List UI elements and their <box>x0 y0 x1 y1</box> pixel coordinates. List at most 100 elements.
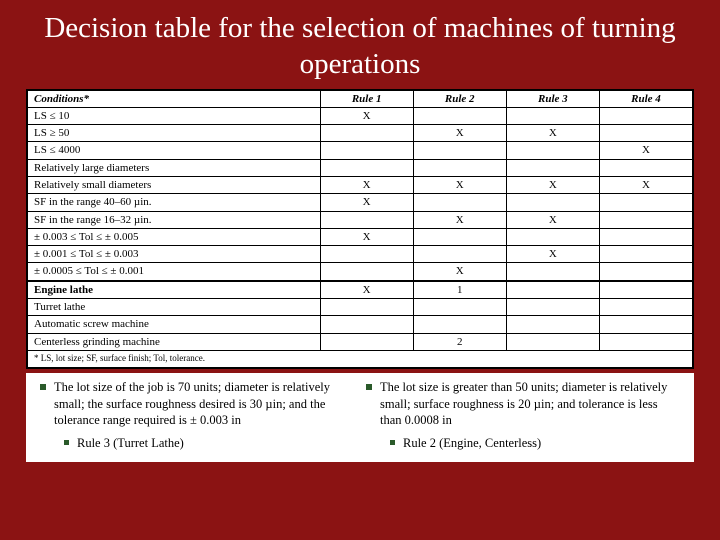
bullet-left: The lot size of the job is 70 units; dia… <box>34 379 360 453</box>
rule-cell <box>320 142 413 159</box>
rule-cell <box>599 159 692 176</box>
rule-cell: X <box>320 176 413 193</box>
table-row: Relatively large diameters <box>28 159 693 176</box>
rule-cell <box>413 246 506 263</box>
header-rule3: Rule 3 <box>506 90 599 107</box>
condition-cell: LS ≤ 10 <box>28 107 321 124</box>
rule-cell <box>506 281 599 299</box>
rule-cell <box>599 246 692 263</box>
rule-cell <box>506 228 599 245</box>
rule-cell <box>320 211 413 228</box>
condition-cell: Turret lathe <box>28 299 321 316</box>
rule-cell <box>506 333 599 350</box>
rule-cell <box>599 211 692 228</box>
rule-cell <box>599 228 692 245</box>
header-rule2: Rule 2 <box>413 90 506 107</box>
condition-cell: ± 0.001 ≤ Tol ≤ ± 0.003 <box>28 246 321 263</box>
table-row: Centerless grinding machine 2 <box>28 333 693 350</box>
rule-cell <box>413 316 506 333</box>
rule-cell <box>320 246 413 263</box>
rule-cell: X <box>413 125 506 142</box>
rule-cell <box>599 281 692 299</box>
table-row: LS ≥ 50 XX <box>28 125 693 142</box>
table-row: LS ≤ 4000 X <box>28 142 693 159</box>
rule-cell <box>506 107 599 124</box>
table-row: Engine latheX1 <box>28 281 693 299</box>
bullet-text: The lot size of the job is 70 units; dia… <box>54 379 354 430</box>
table-row: Turret lathe <box>28 299 693 316</box>
rule-cell: X <box>506 211 599 228</box>
rule-cell <box>413 194 506 211</box>
condition-cell: ± 0.0005 ≤ Tol ≤ ± 0.001 <box>28 263 321 281</box>
table-row: Automatic screw machine <box>28 316 693 333</box>
condition-cell: Centerless grinding machine <box>28 333 321 350</box>
rule-cell <box>506 316 599 333</box>
bullet-icon <box>40 384 46 390</box>
rule-cell <box>320 263 413 281</box>
header-rule1: Rule 1 <box>320 90 413 107</box>
rule-cell <box>413 107 506 124</box>
rule-cell <box>599 194 692 211</box>
table-row: ± 0.001 ≤ Tol ≤ ± 0.003 X <box>28 246 693 263</box>
rule-cell <box>506 263 599 281</box>
table-row: ± 0.0005 ≤ Tol ≤ ± 0.001 X <box>28 263 693 281</box>
rule-cell: X <box>413 211 506 228</box>
rule-cell <box>413 299 506 316</box>
rule-cell <box>599 299 692 316</box>
bullet-sub-text: Rule 3 (Turret Lathe) <box>77 435 184 452</box>
rule-cell <box>320 333 413 350</box>
rule-cell <box>506 142 599 159</box>
rule-cell: X <box>320 281 413 299</box>
bullet-icon <box>390 440 395 445</box>
header-conditions: Conditions* <box>28 90 321 107</box>
rule-cell <box>320 125 413 142</box>
example-bullets: The lot size of the job is 70 units; dia… <box>26 373 694 463</box>
rule-cell <box>599 333 692 350</box>
header-rule4: Rule 4 <box>599 90 692 107</box>
rule-cell <box>599 263 692 281</box>
bullet-icon <box>366 384 372 390</box>
table-row: ± 0.003 ≤ Tol ≤ ± 0.005X <box>28 228 693 245</box>
rule-cell: X <box>506 246 599 263</box>
table-row: SF in the range 40–60 µin.X <box>28 194 693 211</box>
rule-cell <box>413 142 506 159</box>
rule-cell <box>320 299 413 316</box>
decision-table: Conditions* Rule 1 Rule 2 Rule 3 Rule 4 … <box>26 89 694 369</box>
condition-cell: LS ≤ 4000 <box>28 142 321 159</box>
rule-cell: X <box>320 228 413 245</box>
rule-cell <box>320 159 413 176</box>
rule-cell: 2 <box>413 333 506 350</box>
condition-cell: SF in the range 40–60 µin. <box>28 194 321 211</box>
bullet-sub-text: Rule 2 (Engine, Centerless) <box>403 435 541 452</box>
rule-cell <box>413 159 506 176</box>
rule-cell <box>599 125 692 142</box>
rule-cell: X <box>599 176 692 193</box>
rule-cell: X <box>413 263 506 281</box>
condition-cell: Automatic screw machine <box>28 316 321 333</box>
rule-cell: X <box>599 142 692 159</box>
rule-cell: X <box>320 107 413 124</box>
rule-cell: 1 <box>413 281 506 299</box>
bullet-icon <box>64 440 69 445</box>
table-row: Relatively small diametersXXXX <box>28 176 693 193</box>
bullet-right: The lot size is greater than 50 units; d… <box>360 379 686 453</box>
rule-cell: X <box>506 176 599 193</box>
rule-cell: X <box>320 194 413 211</box>
rule-cell <box>599 316 692 333</box>
table-header-row: Conditions* Rule 1 Rule 2 Rule 3 Rule 4 <box>28 90 693 107</box>
rule-cell <box>506 299 599 316</box>
condition-cell: ± 0.003 ≤ Tol ≤ ± 0.005 <box>28 228 321 245</box>
rule-cell <box>413 228 506 245</box>
bullet-text: The lot size is greater than 50 units; d… <box>380 379 680 430</box>
rule-cell: X <box>413 176 506 193</box>
condition-cell: Engine lathe <box>28 281 321 299</box>
rule-cell <box>599 107 692 124</box>
table-footnote: * LS, lot size; SF, surface finish; Tol,… <box>28 350 693 367</box>
slide-title: Decision table for the selection of mach… <box>0 0 720 89</box>
condition-cell: Relatively large diameters <box>28 159 321 176</box>
condition-cell: LS ≥ 50 <box>28 125 321 142</box>
table-row: SF in the range 16–32 µin. XX <box>28 211 693 228</box>
rule-cell: X <box>506 125 599 142</box>
rule-cell <box>320 316 413 333</box>
condition-cell: SF in the range 16–32 µin. <box>28 211 321 228</box>
